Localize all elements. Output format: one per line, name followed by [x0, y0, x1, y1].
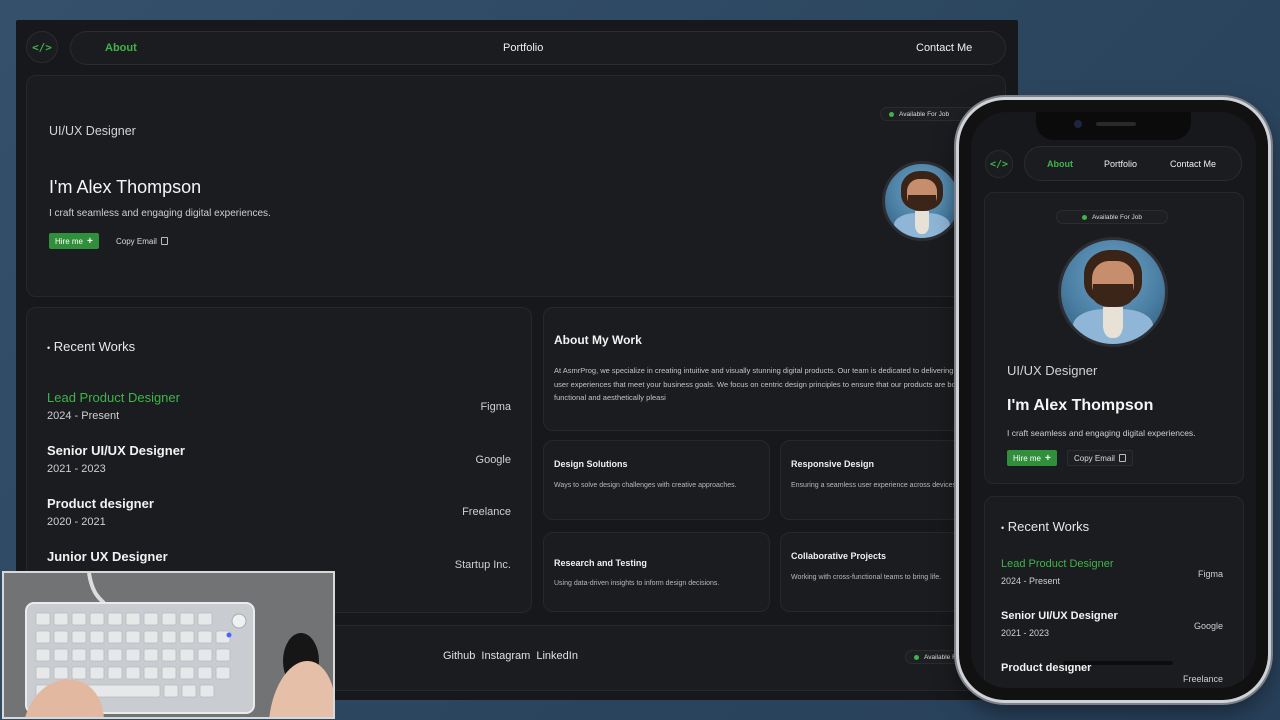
- phone-notch: [1036, 112, 1191, 140]
- recent-works-card: • Recent Works Lead Product Designer 202…: [26, 307, 532, 613]
- mobile-work-item[interactable]: Lead Product Designer 2024 - Present: [1001, 558, 1114, 586]
- available-label: Available For Job: [899, 110, 950, 118]
- work-dates: 2020 - 2021: [47, 516, 106, 528]
- about-work-card: About My Work At AsmrProg, we specialize…: [543, 307, 1006, 431]
- about-text: At AsmrProg, we specialize in creating i…: [554, 366, 994, 402]
- nav-pill: About Portfolio Contact Me: [70, 31, 1006, 65]
- mobile-hire-me-button[interactable]: Hire me +: [1007, 450, 1057, 466]
- footer-available-label: Available Fo: [924, 653, 960, 661]
- work-company: Freelance: [1182, 674, 1223, 684]
- work-company: Figma: [480, 401, 511, 413]
- work-title: Senior UI/UX Designer: [1001, 610, 1118, 622]
- work-item[interactable]: Lead Product Designer 2024 - Present: [47, 390, 180, 422]
- code-logo-icon[interactable]: </>: [26, 31, 58, 63]
- mobile-nav-portfolio[interactable]: Portfolio: [1104, 159, 1137, 169]
- footer-links: Github Instagram LinkedIn: [443, 650, 578, 662]
- work-dates: 2024 - Present: [47, 410, 120, 422]
- work-title: Junior UX Designer: [47, 549, 168, 564]
- service-title: Research and Testing: [554, 558, 647, 568]
- bullet-icon: •: [47, 343, 51, 353]
- work-item[interactable]: Junior UX Designer: [47, 549, 168, 564]
- recent-works-label: Recent Works: [53, 339, 136, 354]
- recent-works-title: • Recent Works: [47, 339, 135, 354]
- work-title: Lead Product Designer: [47, 390, 180, 405]
- keyboard-photo: [4, 573, 333, 717]
- plus-icon: +: [87, 235, 93, 247]
- camera-icon: [1074, 120, 1082, 128]
- service-title: Design Solutions: [554, 459, 628, 469]
- phone-mockup: </> About Portfolio Contact Me Available…: [959, 100, 1268, 700]
- service-desc: Using data-driven insights to inform des…: [554, 580, 720, 587]
- work-company: Google: [1193, 621, 1223, 631]
- mobile-hero-card: Available For Job UI/UX Designer I'm Ale…: [984, 192, 1244, 484]
- work-company: Freelance: [462, 506, 511, 518]
- work-dates: 2021 - 2023: [1001, 628, 1050, 638]
- hire-me-button[interactable]: Hire me +: [49, 233, 99, 249]
- mobile-code-logo-icon[interactable]: </>: [985, 150, 1013, 178]
- work-dates: 2024 - Present: [1001, 576, 1061, 586]
- mobile-copy-email-button[interactable]: Copy Email: [1067, 450, 1133, 466]
- available-badge: Available For Job: [880, 107, 980, 121]
- copy-email-button[interactable]: Copy Email: [110, 233, 174, 249]
- top-nav: </> About Portfolio Contact Me: [26, 30, 1006, 66]
- service-card[interactable]: Design Solutions Ways to solve design ch…: [543, 440, 770, 520]
- nav-item-portfolio[interactable]: Portfolio: [503, 42, 543, 54]
- copy-icon: [160, 237, 168, 245]
- work-title: Senior UI/UX Designer: [47, 443, 185, 458]
- work-item[interactable]: Product designer 2020 - 2021: [47, 496, 154, 528]
- work-company: Startup Inc.: [454, 559, 511, 571]
- mobile-work-item[interactable]: Senior UI/UX Designer 2021 - 2023: [1001, 610, 1118, 638]
- phone-screen: </> About Portfolio Contact Me Available…: [971, 112, 1256, 688]
- service-card[interactable]: Research and Testing Using data-driven i…: [543, 532, 770, 612]
- hero-name: I'm Alex Thompson: [49, 177, 202, 197]
- instagram-link[interactable]: Instagram: [481, 650, 530, 662]
- hero-tagline: I craft seamless and engaging digital ex…: [49, 208, 271, 219]
- hire-me-label: Hire me: [55, 236, 84, 246]
- about-title: About My Work: [554, 333, 642, 347]
- mobile-works-label: Recent Works: [1007, 519, 1090, 534]
- copy-email-label: Copy Email: [116, 236, 157, 246]
- webcam-overlay: [2, 571, 335, 719]
- service-desc: Ways to solve design challenges with cre…: [554, 482, 737, 489]
- mobile-role: UI/UX Designer: [1007, 363, 1098, 378]
- work-title: Product designer: [47, 496, 154, 511]
- mobile-available-label: Available For Job: [1091, 213, 1143, 221]
- service-title: Collaborative Projects: [791, 551, 887, 561]
- service-title: Responsive Design: [791, 459, 875, 469]
- mobile-avatar: [1058, 237, 1168, 347]
- mobile-works-title: • Recent Works: [1001, 519, 1089, 534]
- status-dot-icon: [914, 654, 919, 660]
- work-item[interactable]: Senior UI/UX Designer 2021 - 2023: [47, 443, 185, 475]
- nav-item-about[interactable]: About: [105, 42, 137, 54]
- status-dot-icon: [1081, 214, 1087, 220]
- copy-icon: [1118, 454, 1126, 462]
- mobile-available-badge: Available For Job: [1056, 210, 1168, 224]
- nav-item-contact[interactable]: Contact Me: [916, 42, 972, 54]
- work-company: Figma: [1197, 569, 1223, 579]
- speaker-icon: [1096, 122, 1136, 126]
- hero-role: UI/UX Designer: [49, 124, 136, 138]
- hero-card: UI/UX Designer I'm Alex Thompson I craft…: [26, 75, 1006, 297]
- avatar: [882, 161, 962, 241]
- mobile-hire-me-label: Hire me: [1013, 453, 1042, 463]
- github-link[interactable]: Github: [443, 650, 475, 662]
- work-company: Google: [475, 454, 511, 466]
- work-dates: 2021 - 2023: [47, 463, 106, 475]
- mobile-nav-pill: About Portfolio Contact Me: [1024, 146, 1242, 181]
- mobile-copy-email-label: Copy Email: [1074, 453, 1115, 463]
- bullet-icon: •: [1001, 523, 1005, 533]
- mobile-nav-about[interactable]: About: [1047, 159, 1073, 169]
- work-title: Lead Product Designer: [1001, 558, 1114, 570]
- mobile-name: I'm Alex Thompson: [1007, 397, 1154, 414]
- mobile-nav-contact[interactable]: Contact Me: [1170, 159, 1216, 169]
- mobile-works-card: • Recent Works Lead Product Designer 202…: [984, 496, 1244, 688]
- plus-icon: +: [1045, 452, 1051, 464]
- mobile-tagline: I craft seamless and engaging digital ex…: [1007, 428, 1196, 438]
- linkedin-link[interactable]: LinkedIn: [536, 650, 578, 662]
- home-indicator: [1063, 661, 1173, 665]
- status-dot-icon: [889, 111, 894, 117]
